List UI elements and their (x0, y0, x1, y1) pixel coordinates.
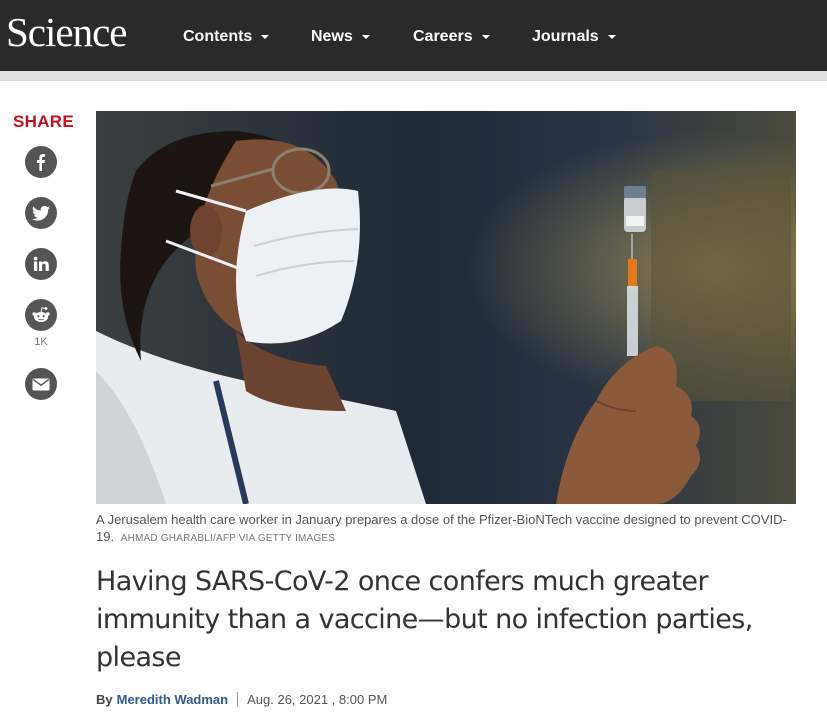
author-link[interactable]: Meredith Wadman (117, 692, 228, 707)
nav-news-label: News (311, 28, 353, 45)
science-logo[interactable]: Science (6, 6, 127, 58)
byline-divider (237, 692, 239, 707)
share-email-button[interactable] (25, 368, 57, 400)
byline: By Meredith Wadman Aug. 26, 2021 , 8:00 … (96, 692, 387, 707)
nav-news[interactable]: News (311, 25, 370, 49)
header-divider (0, 71, 827, 81)
share-heading: SHARE (13, 112, 75, 131)
photo-caption: A Jerusalem health care worker in Januar… (96, 511, 796, 547)
email-icon (32, 378, 50, 390)
nav-journals-label: Journals (532, 28, 599, 45)
photo-illustration (96, 111, 796, 504)
chevron-down-icon (607, 35, 616, 39)
publish-date: Aug. 26, 2021 , 8:00 PM (247, 692, 388, 707)
reddit-share-count: 1K (34, 336, 48, 348)
share-reddit-button[interactable] (25, 299, 57, 331)
nav-journals[interactable]: Journals (532, 25, 616, 49)
photo-credit: AHMAD GHARABLI/AFP VIA GETTY IMAGES (120, 533, 336, 544)
share-linkedin-button[interactable] (25, 248, 57, 280)
share-facebook-button[interactable] (25, 146, 57, 178)
twitter-icon (32, 205, 50, 221)
chevron-down-icon (361, 35, 370, 39)
chevron-down-icon (481, 35, 490, 39)
linkedin-icon (33, 256, 49, 271)
top-nav-bar: Science Contents News Careers Journals (0, 0, 827, 71)
nav-contents-label: Contents (183, 28, 253, 45)
nav-careers[interactable]: Careers (413, 25, 490, 49)
facebook-icon (37, 154, 45, 171)
nav-careers-label: Careers (413, 28, 473, 45)
reddit-icon (32, 307, 50, 322)
byline-by: By (96, 692, 113, 707)
article-headline: Having SARS-CoV-2 once confers much grea… (96, 566, 753, 673)
chevron-down-icon (261, 35, 270, 39)
lead-photo (96, 111, 796, 504)
nav-contents[interactable]: Contents (183, 25, 270, 49)
share-twitter-button[interactable] (25, 197, 57, 229)
